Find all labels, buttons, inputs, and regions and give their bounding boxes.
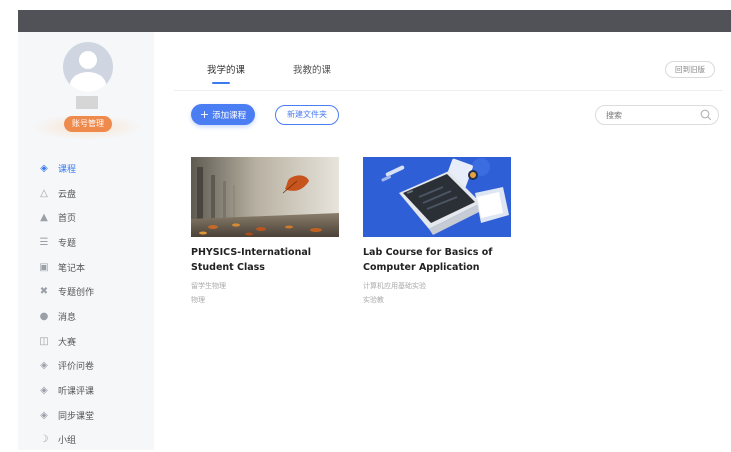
avatar-head bbox=[79, 51, 97, 69]
sidebar-item-contest[interactable]: ◫ 大赛 bbox=[38, 329, 148, 354]
cap-icon: ◈ bbox=[40, 360, 48, 372]
message-icon: ● bbox=[39, 310, 49, 322]
username-blurred bbox=[76, 96, 98, 109]
notebook-icon: ▣ bbox=[39, 261, 49, 273]
sidebar-item-sync-class[interactable]: ◈ 同步课堂 bbox=[38, 403, 148, 428]
sidebar-item-label: 同步课堂 bbox=[58, 411, 95, 422]
account-management-button[interactable]: 账号管理 bbox=[64, 116, 112, 132]
sidebar-item-cloud[interactable]: △ 云盘 bbox=[38, 181, 148, 206]
graduation-cap-icon: ◈ bbox=[40, 162, 48, 174]
home-icon: ▲ bbox=[40, 212, 48, 224]
sidebar-item-home[interactable]: ▲ 首页 bbox=[38, 205, 148, 230]
sidebar: 账号管理 ◈ 课程 △ 云盘 ▲ 首页 ☰ 专题 ▣ 笔记本 ✖ 专题创作 ● … bbox=[18, 32, 154, 450]
sidebar-item-group[interactable]: ☽ 小组 bbox=[38, 428, 148, 452]
main-panel: 我学的课 我教的课 回到旧版 + 添加课程 新建文件夹 搜索 PHYSICS-I… bbox=[174, 50, 731, 450]
course-teacher: 实验教 bbox=[363, 296, 384, 304]
sidebar-item-label: 专题创作 bbox=[58, 288, 95, 299]
group-icon: ☽ bbox=[39, 434, 49, 446]
sidebar-item-messages[interactable]: ● 消息 bbox=[38, 304, 148, 329]
search-icon[interactable] bbox=[700, 109, 712, 121]
sidebar-item-notebook[interactable]: ▣ 笔记本 bbox=[38, 255, 148, 280]
tabs-divider bbox=[174, 90, 723, 91]
cap-icon: ◈ bbox=[40, 409, 48, 421]
cap-icon: ◈ bbox=[40, 385, 48, 397]
book-icon: ◫ bbox=[39, 335, 49, 347]
add-course-label: 添加课程 bbox=[212, 111, 247, 121]
active-tab-indicator bbox=[212, 82, 230, 84]
course-title[interactable]: PHYSICS-International Student Class bbox=[191, 245, 339, 275]
search-box bbox=[595, 105, 719, 125]
autumn-leaves-image bbox=[191, 157, 339, 237]
course-subtitle: 计算机应用基础实验 bbox=[363, 282, 426, 290]
course-teacher: 物理 bbox=[191, 296, 205, 304]
course-card[interactable]: Lab Course for Basics of Computer Applic… bbox=[363, 157, 511, 305]
course-thumbnail-laptop[interactable] bbox=[363, 157, 511, 237]
top-bar bbox=[18, 10, 731, 32]
course-title[interactable]: Lab Course for Basics of Computer Applic… bbox=[363, 245, 511, 275]
sidebar-nav: ◈ 课程 △ 云盘 ▲ 首页 ☰ 专题 ▣ 笔记本 ✖ 专题创作 ● 消息 ◫ bbox=[38, 156, 148, 452]
laptop-image bbox=[363, 157, 511, 237]
sidebar-item-label: 评价问卷 bbox=[58, 362, 95, 373]
tools-icon: ✖ bbox=[39, 286, 49, 298]
sidebar-item-label: 消息 bbox=[58, 312, 77, 323]
sidebar-item-label: 首页 bbox=[58, 214, 77, 225]
sidebar-item-label: 小组 bbox=[58, 436, 77, 447]
sidebar-item-label: 课程 bbox=[58, 164, 77, 175]
sidebar-item-label: 专题 bbox=[58, 238, 77, 249]
sidebar-item-courses[interactable]: ◈ 课程 bbox=[38, 156, 148, 181]
sidebar-item-label: 云盘 bbox=[58, 189, 77, 200]
course-card[interactable]: PHYSICS-International Student Class 留学生物… bbox=[191, 157, 339, 305]
sidebar-item-survey[interactable]: ◈ 评价问卷 bbox=[38, 354, 148, 379]
new-folder-button[interactable]: 新建文件夹 bbox=[275, 105, 339, 125]
course-subtitle: 留学生物理 bbox=[191, 282, 226, 290]
sidebar-item-label: 大赛 bbox=[58, 337, 77, 348]
cloud-icon: △ bbox=[40, 187, 48, 199]
sidebar-item-lecture-review[interactable]: ◈ 听课评课 bbox=[38, 378, 148, 403]
avatar-body bbox=[70, 72, 106, 92]
list-icon: ☰ bbox=[39, 236, 49, 248]
tab-my-teaching[interactable]: 我教的课 bbox=[293, 62, 331, 76]
sidebar-item-topics[interactable]: ☰ 专题 bbox=[38, 230, 148, 255]
plus-icon: + bbox=[199, 108, 210, 121]
search-input[interactable] bbox=[606, 109, 698, 122]
course-thumbnail-autumn-leaves[interactable] bbox=[191, 157, 339, 237]
add-course-button[interactable]: + 添加课程 bbox=[191, 104, 255, 125]
tab-my-learning[interactable]: 我学的课 bbox=[207, 62, 245, 76]
sidebar-item-label: 笔记本 bbox=[58, 263, 86, 274]
back-to-old-version-button[interactable]: 回到旧版 bbox=[665, 61, 715, 78]
avatar[interactable] bbox=[63, 42, 113, 92]
sidebar-item-label: 听课评课 bbox=[58, 387, 95, 398]
sidebar-item-topic-creation[interactable]: ✖ 专题创作 bbox=[38, 279, 148, 304]
